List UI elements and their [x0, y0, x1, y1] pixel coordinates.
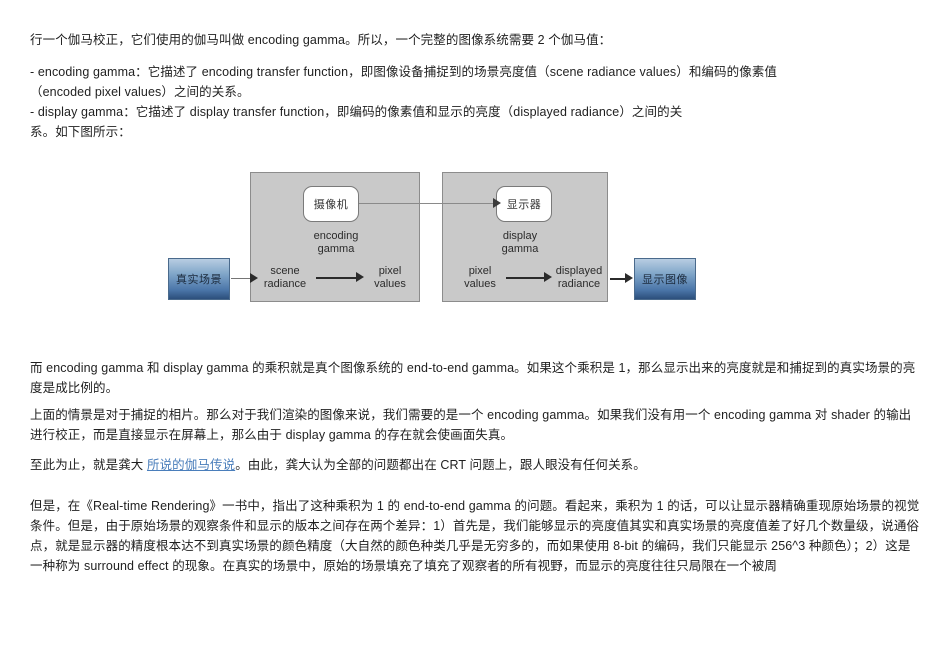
displayed-image-label: 显示图像	[642, 274, 688, 286]
pixel-values-label-right: pixel values	[464, 265, 496, 290]
scene-radiance-label: scene radiance	[263, 265, 307, 290]
crt-prefix-text: 至此为止，就是龚大	[30, 458, 147, 472]
paragraph-diagram-lead-in: 系。如下图所示：	[30, 125, 131, 139]
monitor-node: 显示器	[496, 186, 552, 222]
paragraph-intro: 行一个伽马校正，它们使用的伽马叫做 encoding gamma。所以，一个完整…	[30, 33, 612, 47]
real-scene-label: 真实场景	[176, 274, 222, 286]
displayed-image-box: 显示图像	[634, 258, 696, 300]
encoding-gamma-label: encoding gamma	[313, 230, 359, 255]
real-scene-box: 真实场景	[168, 258, 230, 300]
paragraph-gamma-bullets: - encoding gamma：它描述了 encoding transfer …	[30, 65, 778, 119]
paragraph-real-time-rendering: 但是，在《Real-time Rendering》一书中，指出了这种乘积为 1 …	[30, 499, 920, 573]
encoding-gamma-arrow-icon	[356, 272, 364, 282]
display-gamma-line	[506, 277, 546, 279]
camera-label: 摄像机	[313, 199, 349, 211]
pixel-values-label-left: pixel values	[374, 265, 406, 290]
scene-to-encoding-arrow-icon	[250, 273, 258, 283]
encoding-gamma-line	[316, 277, 358, 279]
crt-suffix-text: 。由此，龚大认为全部的问题都出在 CRT 问题上，跟人眼没有任何关系。	[235, 458, 646, 472]
gamma-legend-link[interactable]: 所说的伽马传说	[147, 458, 235, 472]
display-gamma-label: display gamma	[501, 230, 539, 255]
paragraph-end-to-end-gamma: 而 encoding gamma 和 display gamma 的乘积就是真个…	[30, 361, 916, 395]
camera-to-monitor-line	[359, 203, 495, 204]
monitor-label: 显示器	[506, 199, 542, 211]
displayed-radiance-label: displayed radiance	[555, 265, 603, 290]
camera-node: 摄像机	[303, 186, 359, 222]
display-to-image-arrow-icon	[625, 273, 633, 283]
display-gamma-arrow-icon	[544, 272, 552, 282]
camera-to-monitor-arrow-icon	[493, 198, 501, 208]
paragraph-rendered-images: 上面的情景是对于捕捉的相片。那么对于我们渲染的图像来说，我们需要的是一个 enc…	[30, 408, 912, 442]
page-root: 行一个伽马校正，它们使用的伽马叫做 encoding gamma。所以，一个完整…	[0, 0, 950, 672]
gamma-pipeline-diagram: 真实场景 显示图像 摄像机 显示器 scene radiance encodin…	[168, 170, 700, 305]
paragraph-crt-legend: 至此为止，就是龚大 所说的伽马传说。由此，龚大认为全部的问题都出在 CRT 问题…	[30, 455, 920, 475]
